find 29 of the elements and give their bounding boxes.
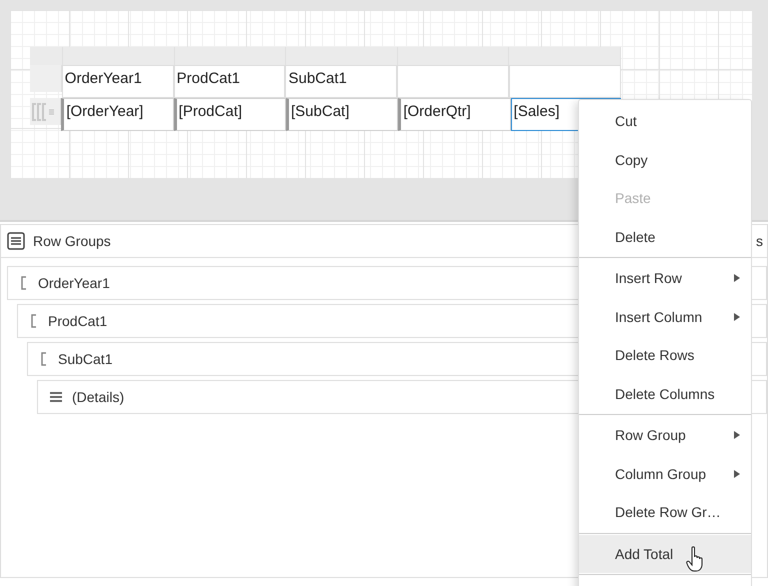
menu-item[interactable]: Row Group <box>579 416 751 454</box>
bracket-icon <box>30 314 38 328</box>
column-header[interactable] <box>62 47 175 65</box>
bracket-icon <box>20 276 28 290</box>
table-cell[interactable]: [OrderYear] <box>61 98 174 131</box>
table-cell[interactable]: ProdCat1 <box>174 65 286 98</box>
table-cell[interactable] <box>397 65 510 98</box>
table-cell[interactable]: SubCat1 <box>285 65 398 98</box>
row-header[interactable] <box>30 65 62 92</box>
column-header[interactable] <box>286 47 398 65</box>
lines-icon <box>50 391 62 403</box>
column-header[interactable] <box>30 47 63 65</box>
table-cell[interactable]: [SubCat] <box>286 98 398 131</box>
bracket-icon <box>40 352 48 366</box>
panel-title: s <box>756 233 763 249</box>
menu-item[interactable]: Column Group <box>579 454 751 493</box>
table-cell[interactable]: [OrderQtr] <box>398 98 511 131</box>
menu-item[interactable]: Add Total <box>579 534 751 573</box>
column-header[interactable] <box>174 47 286 65</box>
table-cell[interactable]: [ProdCat] <box>174 98 286 131</box>
table-cell[interactable] <box>509 65 622 98</box>
menu-item[interactable]: Delete <box>579 218 751 256</box>
panel-title: Row Groups <box>33 233 111 249</box>
list-icon <box>7 232 25 250</box>
column-header[interactable] <box>398 47 510 65</box>
column-header[interactable] <box>509 47 622 65</box>
menu-item[interactable]: Delete Row Gr… <box>579 493 751 532</box>
menu-item[interactable]: Copy <box>579 140 751 179</box>
table-cell[interactable]: OrderYear1 <box>62 65 174 98</box>
